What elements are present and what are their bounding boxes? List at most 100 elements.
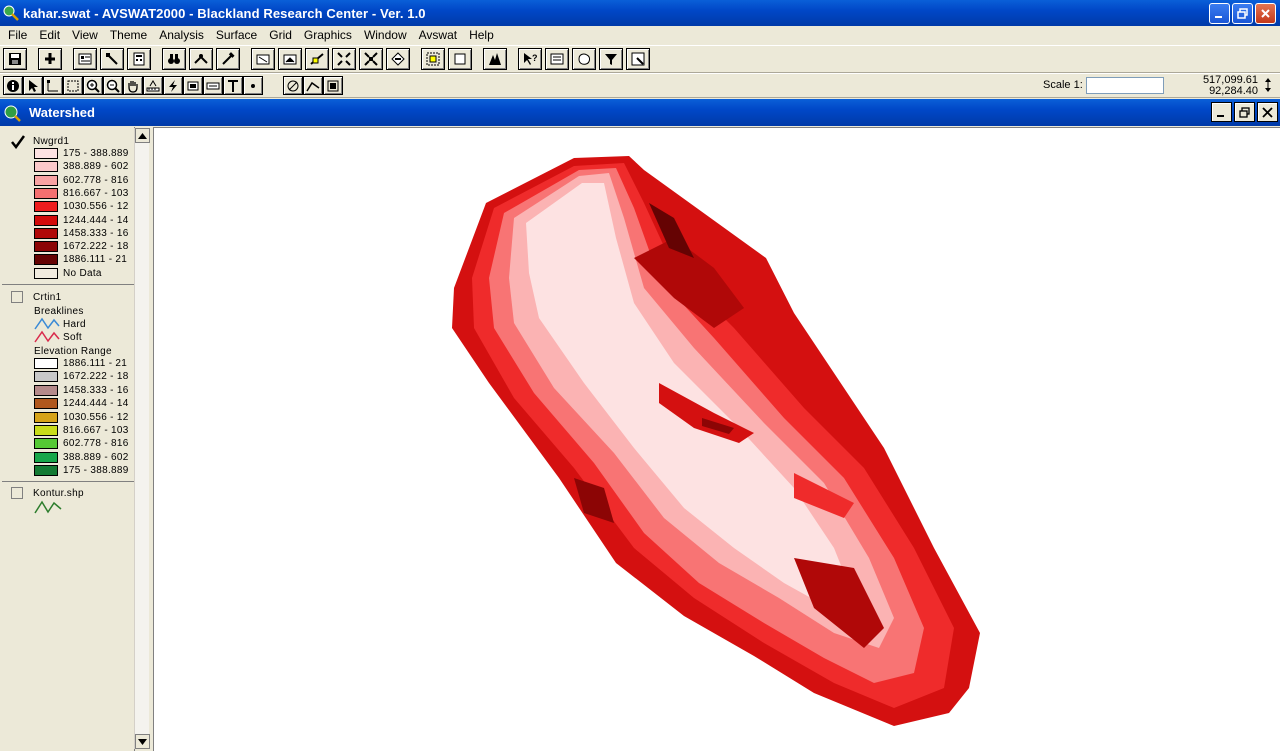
menu-grid[interactable]: Grid bbox=[263, 26, 298, 45]
view-window-title-bar[interactable]: Watershed bbox=[0, 99, 1280, 126]
menu-analysis[interactable]: Analysis bbox=[153, 26, 210, 45]
nwgrd1-class-swatch[interactable] bbox=[34, 148, 58, 159]
area-of-interest-tool[interactable] bbox=[183, 76, 203, 95]
theme-name-crtin1[interactable]: Crtin1 bbox=[33, 292, 61, 303]
restore-button[interactable] bbox=[1232, 3, 1253, 24]
nwgrd1-class-swatch[interactable] bbox=[34, 201, 58, 213]
identify-tool[interactable] bbox=[3, 76, 23, 95]
menu-edit[interactable]: Edit bbox=[33, 26, 66, 45]
text-tool[interactable] bbox=[223, 76, 243, 95]
zoom-out-tool[interactable] bbox=[103, 76, 123, 95]
view-restore-button[interactable] bbox=[1234, 102, 1255, 122]
nwgrd1-class-swatch[interactable] bbox=[34, 267, 58, 279]
crtin1-class-swatch[interactable] bbox=[34, 398, 58, 410]
crtin1-class-swatch[interactable] bbox=[34, 384, 58, 396]
scale-input[interactable] bbox=[1086, 77, 1164, 94]
crtin1-class-swatch[interactable] bbox=[34, 358, 58, 369]
measure-tool[interactable] bbox=[143, 76, 163, 95]
crtin1-class-swatch[interactable] bbox=[34, 438, 58, 450]
nwgrd1-class-swatch[interactable] bbox=[34, 187, 58, 199]
zoom-active-themes-button[interactable] bbox=[278, 48, 302, 70]
nwgrd1-class-swatch[interactable] bbox=[34, 241, 58, 253]
zoom-selected-icon bbox=[310, 53, 324, 65]
theme-name-kontur[interactable]: Kontur.shp bbox=[33, 488, 84, 499]
vertex-edit-tool[interactable] bbox=[43, 76, 63, 95]
theme-visibility-checkbox-nwgrd1[interactable] bbox=[11, 135, 26, 150]
tool-button-b[interactable] bbox=[626, 48, 650, 70]
elevation-grid-map[interactable] bbox=[154, 128, 1280, 751]
histogram-button[interactable] bbox=[483, 48, 507, 70]
nwgrd1-class-swatch[interactable] bbox=[34, 227, 58, 239]
nwgrd1-class-swatch[interactable] bbox=[34, 254, 58, 266]
menu-avswat[interactable]: Avswat bbox=[413, 26, 463, 45]
nwgrd1-class-swatch[interactable] bbox=[34, 161, 58, 173]
button-bar: ? bbox=[0, 45, 1280, 73]
view-minimize-button[interactable] bbox=[1211, 102, 1232, 122]
arrow-down-icon bbox=[138, 738, 147, 745]
crtin1-class-swatch[interactable] bbox=[34, 411, 58, 423]
menu-help[interactable]: Help bbox=[463, 26, 500, 45]
theme-visibility-checkbox-kontur[interactable] bbox=[11, 487, 23, 499]
menu-window[interactable]: Window bbox=[358, 26, 413, 45]
zoom-in-fixed-button[interactable] bbox=[332, 48, 356, 70]
menu-bar: File Edit View Theme Analysis Surface Gr… bbox=[0, 26, 1280, 45]
add-theme-button[interactable] bbox=[38, 48, 62, 70]
theme-properties-button[interactable] bbox=[73, 48, 97, 70]
map-display[interactable] bbox=[153, 127, 1280, 751]
tool-button-a[interactable] bbox=[599, 48, 623, 70]
zoom-in-tool[interactable] bbox=[83, 76, 103, 95]
crtin1-class-label: 1030.556 - 12 bbox=[63, 411, 129, 423]
theme-visibility-checkbox-crtin1[interactable] bbox=[11, 291, 23, 303]
lightning-icon bbox=[169, 79, 177, 92]
zoom-selected-button[interactable] bbox=[305, 48, 329, 70]
scroll-up-button[interactable] bbox=[135, 128, 150, 143]
close-button[interactable] bbox=[1255, 3, 1276, 24]
crtin1-class-swatch[interactable] bbox=[34, 451, 58, 463]
toc-scrollbar[interactable] bbox=[134, 128, 150, 749]
theme-name-nwgrd1[interactable]: Nwgrd1 bbox=[33, 136, 69, 147]
select-feature-tool[interactable] bbox=[63, 76, 83, 95]
menu-theme[interactable]: Theme bbox=[104, 26, 153, 45]
scale-label: Scale 1: bbox=[1043, 79, 1083, 91]
menu-surface[interactable]: Surface bbox=[210, 26, 263, 45]
pointer-tool[interactable] bbox=[23, 76, 43, 95]
hotlink-tool[interactable] bbox=[163, 76, 183, 95]
find-button[interactable] bbox=[162, 48, 186, 70]
menu-view[interactable]: View bbox=[66, 26, 104, 45]
report-button[interactable] bbox=[545, 48, 569, 70]
query-builder-button[interactable] bbox=[216, 48, 240, 70]
view-close-button[interactable] bbox=[1257, 102, 1278, 122]
menu-graphics[interactable]: Graphics bbox=[298, 26, 358, 45]
legend-pencil-icon bbox=[106, 53, 118, 65]
help-button[interactable]: ? bbox=[518, 48, 542, 70]
zoom-full-extent-button[interactable] bbox=[251, 48, 275, 70]
minimize-button[interactable] bbox=[1209, 3, 1230, 24]
crtin1-class-swatch[interactable] bbox=[34, 425, 58, 436]
contour-line-symbol bbox=[34, 500, 62, 514]
menu-file[interactable]: File bbox=[2, 26, 33, 45]
nwgrd1-class-swatch[interactable] bbox=[34, 214, 58, 226]
shape-button[interactable] bbox=[572, 48, 596, 70]
clear-selection-icon bbox=[454, 53, 466, 65]
scroll-down-button[interactable] bbox=[135, 734, 150, 749]
save-project-button[interactable] bbox=[3, 48, 27, 70]
zoom-previous-button[interactable] bbox=[386, 48, 410, 70]
draw-box-tool[interactable] bbox=[323, 76, 343, 95]
calculator-button[interactable] bbox=[127, 48, 151, 70]
nwgrd1-class-label: 1030.556 - 12 bbox=[63, 201, 129, 213]
edit-legend-button[interactable] bbox=[100, 48, 124, 70]
clear-selected-button[interactable] bbox=[448, 48, 472, 70]
nwgrd1-class-swatch[interactable] bbox=[34, 174, 58, 186]
draw-line-tool[interactable] bbox=[303, 76, 323, 95]
title-bar[interactable]: kahar.swat - AVSWAT2000 - Blackland Rese… bbox=[0, 0, 1280, 26]
zoom-out-fixed-button[interactable] bbox=[359, 48, 383, 70]
snap-tool[interactable] bbox=[283, 76, 303, 95]
crtin1-class-swatch[interactable] bbox=[34, 465, 58, 477]
crtin1-class-swatch[interactable] bbox=[34, 371, 58, 383]
draw-line-icon bbox=[306, 81, 320, 91]
label-tool[interactable] bbox=[203, 76, 223, 95]
pan-tool[interactable] bbox=[123, 76, 143, 95]
locate-address-button[interactable] bbox=[189, 48, 213, 70]
draw-point-tool[interactable] bbox=[243, 76, 263, 95]
select-features-button[interactable] bbox=[421, 48, 445, 70]
